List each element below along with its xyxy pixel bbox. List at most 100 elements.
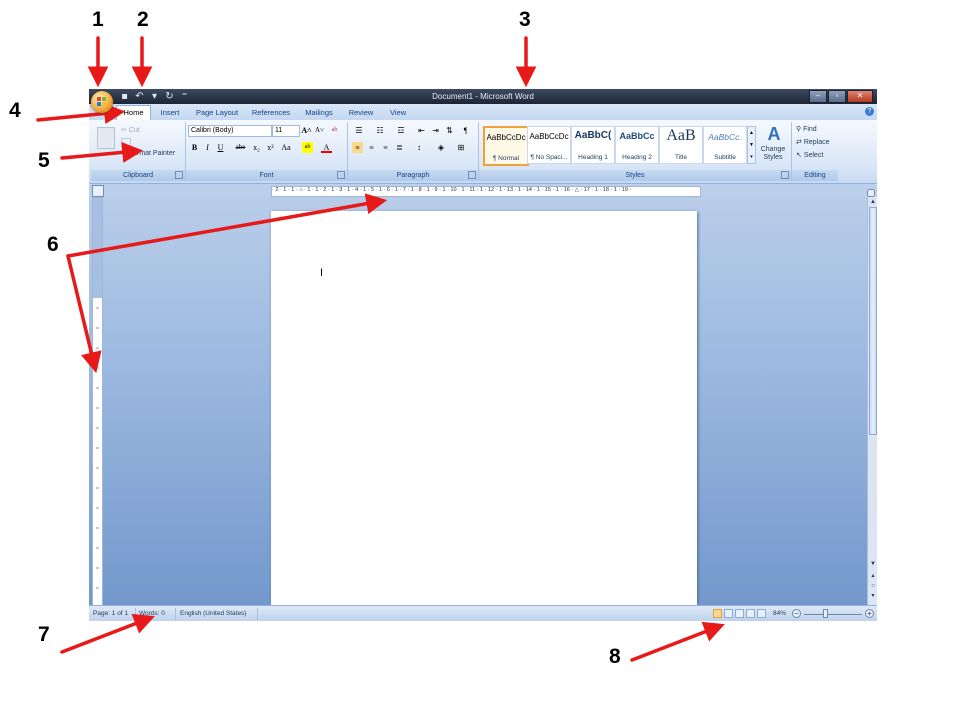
zoom-slider-thumb[interactable]: [823, 609, 828, 618]
style-heading-1[interactable]: AaBbC( Heading 1: [571, 126, 615, 164]
language-indicator[interactable]: English (United States): [180, 609, 246, 619]
undo-icon[interactable]: ↶: [134, 91, 145, 102]
clipboard-launcher-icon[interactable]: [175, 171, 183, 179]
paste-icon[interactable]: [97, 127, 115, 149]
format-painter-button[interactable]: ✎ Format Painter: [121, 148, 175, 159]
callout-8: 8: [609, 645, 621, 668]
tab-home[interactable]: Home: [116, 105, 151, 120]
zoom-out-icon[interactable]: −: [792, 609, 801, 618]
outline-view-icon[interactable]: [746, 609, 755, 618]
status-separator: [175, 608, 176, 620]
increase-indent-icon[interactable]: ⇥: [430, 125, 441, 136]
change-styles-button[interactable]: Change Styles: [758, 146, 788, 162]
browse-object-icon[interactable]: ○: [869, 583, 877, 590]
strikethrough-button[interactable]: abe: [235, 142, 246, 153]
arrow-7: [60, 613, 155, 654]
word-count[interactable]: Words: 0: [139, 609, 165, 619]
font-name-box[interactable]: Calibri (Body): [188, 125, 272, 137]
font-launcher-icon[interactable]: [337, 171, 345, 179]
underline-button[interactable]: U: [215, 142, 226, 153]
vertical-scrollbar[interactable]: ▲ ▼ ▴ ○ ▾: [867, 197, 877, 605]
style-heading-2[interactable]: AaBbCc Heading 2: [615, 126, 659, 164]
highlight-icon[interactable]: ab: [302, 142, 313, 153]
justify-icon[interactable]: ≣: [394, 142, 405, 153]
change-styles-icon[interactable]: A: [763, 124, 785, 144]
shading-icon[interactable]: ◈: [434, 142, 448, 153]
align-left-icon[interactable]: ≡: [352, 142, 363, 153]
sort-icon[interactable]: ⇅: [444, 125, 455, 136]
font-size-box[interactable]: 11: [272, 125, 300, 137]
style-title[interactable]: AaB Title: [659, 126, 703, 164]
font-group: Calibri (Body) 11 A˄ A˅ ab B I U abe x₂ …: [186, 122, 348, 181]
tab-review[interactable]: Review: [343, 106, 379, 119]
find-button[interactable]: ⚲ Find: [796, 124, 817, 135]
styles-scroll-icon[interactable]: ▲ ▼ ▾: [747, 126, 756, 164]
callout-6: 6: [47, 233, 59, 256]
zoom-level[interactable]: 84%: [773, 609, 786, 619]
horizontal-ruler[interactable]: · 2 · 1 · 1 · ⌂ · 1 · 1 · 2 · 1 · 3 · 1 …: [271, 186, 701, 197]
subscript-button[interactable]: x₂: [251, 142, 262, 153]
save-icon[interactable]: ▪: [119, 91, 130, 102]
paragraph-launcher-icon[interactable]: [468, 171, 476, 179]
full-screen-reading-view-icon[interactable]: [724, 609, 733, 618]
tab-view[interactable]: View: [383, 106, 413, 119]
style-subtitle[interactable]: AaBbCc. Subtitle: [703, 126, 747, 164]
customize-toolbar-icon[interactable]: ⁼: [179, 91, 190, 102]
styles-group: AaBbCcDc ¶ Normal AaBbCcDc ¶ No Spaci...…: [479, 122, 792, 181]
zoom-slider-track[interactable]: [804, 614, 862, 615]
line-spacing-icon[interactable]: ↕: [412, 142, 426, 153]
view-ruler-icon[interactable]: [867, 185, 875, 197]
zoom-in-icon[interactable]: +: [865, 609, 874, 618]
dropdown-arrow-icon[interactable]: ▾: [149, 91, 160, 102]
paragraph-label: Paragraph: [348, 170, 478, 181]
print-layout-view-icon[interactable]: [713, 609, 722, 618]
redo-icon[interactable]: ↻: [164, 91, 175, 102]
tab-selector-icon[interactable]: [92, 185, 104, 197]
style-normal[interactable]: AaBbCcDc ¶ Normal: [483, 126, 529, 166]
grow-font-icon[interactable]: A˄: [301, 125, 312, 136]
status-separator: [135, 608, 136, 620]
minimize-button[interactable]: –: [809, 90, 827, 103]
show-formatting-icon[interactable]: ¶: [460, 125, 471, 136]
change-case-button[interactable]: Aa: [279, 142, 293, 153]
numbering-icon[interactable]: ☷: [373, 125, 387, 136]
tab-references[interactable]: References: [247, 106, 295, 119]
font-label: Font: [186, 170, 347, 181]
web-layout-view-icon[interactable]: [735, 609, 744, 618]
page-count[interactable]: Page: 1 of 1: [93, 609, 128, 619]
tab-page-layout[interactable]: Page Layout: [191, 106, 243, 119]
maximize-button[interactable]: ▫: [828, 90, 846, 103]
callout-4: 4: [9, 99, 21, 122]
font-color-icon[interactable]: A: [321, 142, 332, 153]
italic-button[interactable]: I: [202, 142, 213, 153]
superscript-button[interactable]: x²: [265, 142, 276, 153]
close-button[interactable]: ✕: [847, 90, 873, 103]
tab-mailings[interactable]: Mailings: [299, 106, 339, 119]
shrink-font-icon[interactable]: A˅: [314, 125, 325, 136]
styles-launcher-icon[interactable]: [781, 171, 789, 179]
select-button[interactable]: ↖ Select: [796, 150, 823, 161]
clear-formatting-icon[interactable]: ab: [329, 125, 340, 136]
multilevel-list-icon[interactable]: ☲: [394, 125, 408, 136]
copy-icon[interactable]: [121, 138, 131, 148]
align-center-icon[interactable]: ≡: [366, 142, 377, 153]
align-right-icon[interactable]: ≡: [380, 142, 391, 153]
borders-icon[interactable]: ⊞: [454, 142, 468, 153]
bullets-icon[interactable]: ☰: [352, 125, 366, 136]
office-button[interactable]: [91, 91, 113, 113]
replace-button[interactable]: ⇄ Replace: [796, 137, 830, 148]
draft-view-icon[interactable]: [757, 609, 766, 618]
help-icon[interactable]: ?: [865, 107, 874, 116]
bold-button[interactable]: B: [189, 142, 200, 153]
next-page-icon[interactable]: ▾: [869, 593, 877, 600]
previous-page-icon[interactable]: ▴: [869, 573, 877, 580]
vertical-ruler[interactable]: [92, 197, 103, 607]
scroll-up-icon[interactable]: ▲: [869, 199, 877, 206]
style-no-spacing[interactable]: AaBbCcDc ¶ No Spaci...: [527, 126, 571, 164]
document-page[interactable]: I: [271, 211, 697, 605]
cut-button[interactable]: ✂ Cut: [121, 125, 140, 136]
tab-insert[interactable]: Insert: [153, 106, 187, 119]
scroll-thumb[interactable]: [869, 207, 877, 435]
scroll-down-icon[interactable]: ▼: [869, 561, 877, 568]
decrease-indent-icon[interactable]: ⇤: [416, 125, 427, 136]
